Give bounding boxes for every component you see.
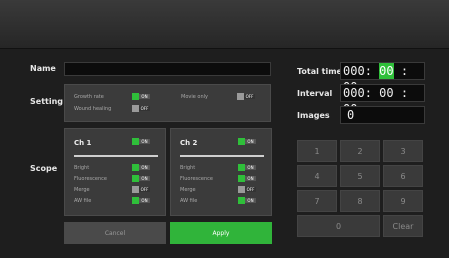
channel-2-panel: Ch 2 ON Bright ON Fluorescence ON Merge … <box>170 128 272 216</box>
interval-hours[interactable]: 000 <box>343 85 365 101</box>
images-field[interactable]: 0 <box>340 106 425 124</box>
clear-button[interactable]: Clear <box>383 215 423 237</box>
time-separator: : <box>400 64 409 78</box>
toggle-state: ON <box>245 198 256 203</box>
toggle-knob <box>238 164 245 171</box>
total-time-label: Total time <box>297 67 342 76</box>
movie-only-label: Movie only <box>181 94 208 100</box>
toggle-state: OFF <box>244 94 255 99</box>
channel-1-panel: Ch 1 ON Bright ON Fluorescence ON Merge … <box>64 128 166 216</box>
title-bar <box>0 0 449 49</box>
toggle-knob <box>132 197 139 204</box>
channel-2-awfile-label: AW file <box>180 198 198 204</box>
interval-minutes[interactable]: 00 <box>379 85 393 101</box>
toggle-knob <box>132 93 139 100</box>
channel-1-merge-label: Merge <box>74 187 90 193</box>
toggle-knob <box>132 105 139 112</box>
toggle-state: OFF <box>245 187 256 192</box>
key-2[interactable]: 2 <box>340 140 380 162</box>
interval-label: Interval <box>297 89 333 98</box>
total-time-hours[interactable]: 000 <box>343 63 365 79</box>
key-7[interactable]: 7 <box>297 190 337 212</box>
key-4[interactable]: 4 <box>297 165 337 187</box>
toggle-state: OFF <box>139 106 150 111</box>
toggle-state: ON <box>245 176 256 181</box>
channel-1-awfile-toggle[interactable]: ON <box>132 197 150 204</box>
key-0[interactable]: 0 <box>297 215 380 237</box>
time-separator: : <box>364 86 372 100</box>
toggle-state: ON <box>245 139 256 144</box>
channel-2-toggle[interactable]: ON <box>238 138 256 145</box>
toggle-knob <box>237 93 244 100</box>
interval-field[interactable]: 000: 00 : 00 <box>340 84 425 116</box>
channel-2-fluorescence-toggle[interactable]: ON <box>238 175 256 182</box>
toggle-knob <box>238 175 245 182</box>
toggle-state: ON <box>139 165 150 170</box>
toggle-knob <box>132 175 139 182</box>
toggle-knob <box>238 186 245 193</box>
channel-1-bright-label: Bright <box>74 165 90 171</box>
toggle-state: ON <box>139 94 150 99</box>
time-separator: : <box>364 64 372 78</box>
scope-label: Scope <box>30 164 58 173</box>
toggle-state: ON <box>139 139 150 144</box>
toggle-state: OFF <box>139 187 150 192</box>
channel-2-title: Ch 2 <box>180 139 198 147</box>
toggle-state: ON <box>245 165 256 170</box>
toggle-knob <box>238 138 245 145</box>
total-time-field[interactable]: 000: 00 : 00 <box>340 62 425 94</box>
key-3[interactable]: 3 <box>383 140 423 162</box>
setting-label: Setting <box>30 97 63 106</box>
toggle-knob <box>132 138 139 145</box>
toggle-knob <box>132 164 139 171</box>
key-1[interactable]: 1 <box>297 140 337 162</box>
toggle-state: ON <box>139 198 150 203</box>
wound-healing-label: Wound healing <box>74 106 112 112</box>
growth-rate-label: Growth rate <box>74 94 104 100</box>
channel-1-title: Ch 1 <box>74 139 92 147</box>
apply-button[interactable]: Apply <box>170 222 272 244</box>
channel-2-bright-label: Bright <box>180 165 196 171</box>
total-time-minutes[interactable]: 00 <box>379 63 394 79</box>
toggle-knob <box>238 197 245 204</box>
key-8[interactable]: 8 <box>340 190 380 212</box>
key-6[interactable]: 6 <box>383 165 423 187</box>
channel-1-fluorescence-label: Fluorescence <box>74 176 107 182</box>
images-label: Images <box>297 111 330 120</box>
time-separator: : <box>400 86 409 100</box>
channel-1-toggle[interactable]: ON <box>132 138 150 145</box>
toggle-state: ON <box>139 176 150 181</box>
channel-2-merge-label: Merge <box>180 187 196 193</box>
channel-2-fluorescence-label: Fluorescence <box>180 176 213 182</box>
cancel-button[interactable]: Cancel <box>64 222 166 244</box>
channel-1-bright-toggle[interactable]: ON <box>132 164 150 171</box>
settings-panel: Growth rate ON Wound healing OFF Movie o… <box>64 84 271 122</box>
toggle-knob <box>132 186 139 193</box>
channel-1-merge-toggle[interactable]: OFF <box>132 186 150 193</box>
movie-only-toggle[interactable]: OFF <box>237 93 255 100</box>
channel-2-slider[interactable] <box>180 155 264 157</box>
channel-1-awfile-label: AW file <box>74 198 92 204</box>
channel-2-awfile-toggle[interactable]: ON <box>238 197 256 204</box>
name-label: Name <box>30 64 56 73</box>
channel-1-fluorescence-toggle[interactable]: ON <box>132 175 150 182</box>
channel-1-slider[interactable] <box>74 155 158 157</box>
key-9[interactable]: 9 <box>383 190 423 212</box>
wound-healing-toggle[interactable]: OFF <box>132 105 150 112</box>
growth-rate-toggle[interactable]: ON <box>132 93 150 100</box>
channel-2-bright-toggle[interactable]: ON <box>238 164 256 171</box>
key-5[interactable]: 5 <box>340 165 380 187</box>
name-input[interactable] <box>64 62 271 76</box>
channel-2-merge-toggle[interactable]: OFF <box>238 186 256 193</box>
